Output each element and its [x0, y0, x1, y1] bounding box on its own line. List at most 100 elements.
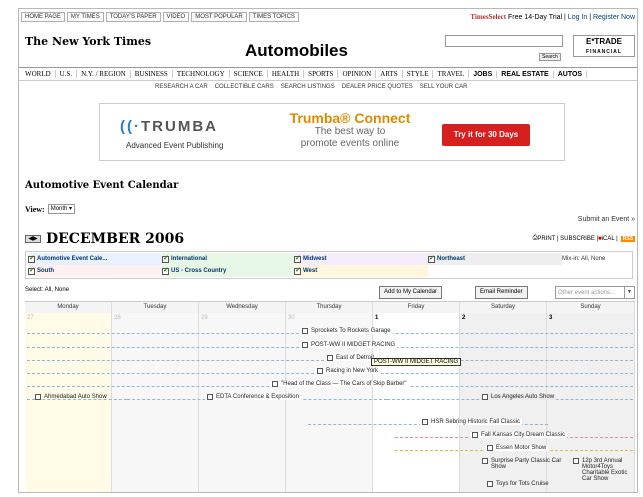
ad-line2: promote events online: [300, 138, 400, 149]
checkbox-icon[interactable]: [28, 266, 35, 275]
checkbox-icon[interactable]: [207, 394, 213, 400]
ad-cta-button[interactable]: Try it for 30 Days: [442, 124, 530, 146]
search-button[interactable]: Search: [539, 53, 561, 61]
event-edta[interactable]: EDTA Conference & Exposition: [205, 394, 301, 400]
nav-us[interactable]: U.S.: [56, 70, 78, 78]
nav-jobs[interactable]: JOBS: [469, 70, 498, 78]
submit-event-link[interactable]: Submit an Event »: [578, 216, 635, 223]
checkbox-icon[interactable]: [302, 342, 308, 348]
checkbox-icon[interactable]: [302, 328, 308, 334]
day-header-saturday: Saturday: [460, 302, 547, 313]
day-number[interactable]: 28: [114, 315, 121, 321]
top-link-todays-paper[interactable]: TODAY'S PAPER: [105, 12, 161, 22]
subnav-search-listings[interactable]: SEARCH LISTINGS: [281, 84, 335, 90]
add-to-calendar-button[interactable]: Add to My Calendar: [379, 286, 443, 299]
sponsor-logo[interactable]: E*TRADE FINANCIAL: [573, 35, 635, 57]
nav-world[interactable]: WORLD: [21, 70, 56, 78]
filter-south[interactable]: South: [28, 265, 162, 277]
subnav-dealer-quotes[interactable]: DEALER PRICE QUOTES: [342, 84, 413, 90]
nav-technology[interactable]: TECHNOLOGY: [173, 70, 230, 78]
top-link-mytimes[interactable]: MY TIMES: [66, 12, 104, 22]
checkbox-icon[interactable]: [35, 394, 41, 400]
filter-automotive[interactable]: Automotive Event Cale...: [28, 253, 162, 265]
checkbox-icon[interactable]: [294, 266, 301, 275]
event-essen[interactable]: Essen Motor Show: [485, 445, 549, 451]
trumba-ad-banner[interactable]: ((·TRUMBA Advanced Event Publishing Trum…: [99, 103, 565, 161]
times-select-link[interactable]: TimesSelect: [470, 13, 506, 21]
day-number[interactable]: 30: [288, 315, 295, 321]
nav-autos[interactable]: AUTOS: [554, 70, 588, 78]
nav-real-estate[interactable]: REAL ESTATE: [497, 70, 554, 78]
event-ahmedabad[interactable]: Ahmedabad Auto Show: [33, 394, 109, 400]
nyt-logo[interactable]: The New York Times: [25, 35, 151, 48]
top-link-most-popular[interactable]: MOST POPULAR: [191, 12, 247, 22]
checkbox-icon[interactable]: [422, 419, 428, 425]
checkbox-icon[interactable]: [472, 432, 478, 438]
day-number[interactable]: 1: [375, 315, 378, 321]
ical-link[interactable]: iCAL |: [602, 236, 618, 242]
top-link-times-topics[interactable]: TIMES TOPICS: [248, 12, 299, 22]
nav-science[interactable]: SCIENCE: [230, 70, 268, 78]
filter-us-cross-country[interactable]: US - Cross Country: [162, 265, 294, 277]
select-all-none[interactable]: Select: All, None: [25, 287, 69, 293]
checkbox-icon[interactable]: [573, 458, 579, 464]
checkbox-icon[interactable]: [487, 445, 493, 451]
nav-nyregion[interactable]: N.Y. / REGION: [77, 70, 131, 78]
nav-opinion[interactable]: OPINION: [338, 70, 377, 78]
day-number[interactable]: 27: [27, 315, 34, 321]
filter-label: Automotive Event Cale...: [37, 256, 108, 262]
filter-northeast[interactable]: Northeast: [428, 253, 562, 265]
nav-sports[interactable]: SPORTS: [304, 70, 339, 78]
checkbox-icon[interactable]: [428, 254, 435, 263]
trial-link[interactable]: Free 14-Day Trial: [508, 14, 562, 21]
search-input[interactable]: [445, 35, 563, 47]
event-la-auto-show[interactable]: Los Angeles Auto Show: [480, 394, 557, 400]
event-motor4toys[interactable]: 12p 3rd Annual Motor4Toys Charitable Exo…: [571, 458, 633, 482]
event-east-of-detroit[interactable]: East of Detroit: [325, 355, 377, 361]
rss-icon[interactable]: RSS: [620, 235, 635, 242]
filter-international[interactable]: International: [162, 253, 294, 265]
event-kansas-city[interactable]: Fall Kansas City Dream Classic: [470, 432, 568, 438]
event-head-of-class[interactable]: "Head of the Class — The Cars of Skip Ba…: [270, 381, 409, 387]
checkbox-icon[interactable]: [482, 458, 488, 464]
top-link-video[interactable]: VIDEO: [162, 12, 190, 22]
print-subscribe[interactable]: PRINT | SUBSCRIBE |: [537, 236, 598, 242]
nav-style[interactable]: STYLE: [403, 70, 434, 78]
filter-west[interactable]: West: [294, 265, 428, 277]
checkbox-icon[interactable]: [487, 481, 493, 487]
checkbox-icon[interactable]: [272, 381, 278, 387]
nav-arts[interactable]: ARTS: [376, 70, 403, 78]
checkbox-icon[interactable]: [162, 266, 169, 275]
event-racing-ny[interactable]: Racing in New York: [315, 368, 381, 374]
subnav-collectible[interactable]: COLLECTIBLE CARS: [215, 84, 274, 90]
nav-travel[interactable]: TRAVEL: [433, 70, 470, 78]
day-number[interactable]: 2: [462, 315, 465, 321]
login-link[interactable]: Log In: [568, 14, 587, 21]
email-reminder-button[interactable]: Email Reminder: [475, 286, 528, 299]
day-number[interactable]: 3: [549, 315, 552, 321]
event-surprise-party[interactable]: Surprise Party Classic Car Show: [480, 458, 565, 470]
event-hsr-sebring[interactable]: HSR Sebring Historic Fall Classic: [420, 419, 523, 425]
day-number[interactable]: 29: [201, 315, 208, 321]
checkbox-icon[interactable]: [28, 254, 35, 263]
prev-next-arrows-icon[interactable]: ◀▶: [25, 235, 41, 243]
checkbox-icon[interactable]: [317, 368, 323, 374]
subnav-sell[interactable]: SELL YOUR CAR: [420, 84, 468, 90]
mixin-links[interactable]: Mix-in: All, None: [562, 253, 636, 265]
event-toys-for-tots[interactable]: Toys for Tots Cruise: [485, 481, 551, 487]
filter-midwest[interactable]: Midwest: [294, 253, 428, 265]
event-midget-racing[interactable]: POST-WW II MIDGET RACING: [300, 342, 398, 348]
checkbox-icon[interactable]: [482, 394, 488, 400]
checkbox-icon[interactable]: [162, 254, 169, 263]
register-link[interactable]: Register Now: [593, 14, 635, 21]
view-select[interactable]: Month ▾: [47, 204, 76, 214]
other-actions-select[interactable]: Other event actions... ▼: [555, 286, 635, 299]
nav-health[interactable]: HEALTH: [268, 70, 305, 78]
checkbox-icon[interactable]: [327, 355, 333, 361]
top-link-home[interactable]: HOME PAGE: [21, 12, 65, 22]
nav-business[interactable]: BUSINESS: [131, 70, 173, 78]
subnav-research[interactable]: RESEARCH A CAR: [155, 84, 208, 90]
checkbox-icon[interactable]: [294, 254, 301, 263]
event-title: Essen Motor Show: [496, 445, 547, 451]
event-sprockets[interactable]: Sprockets To Rockets Garage: [300, 328, 393, 334]
